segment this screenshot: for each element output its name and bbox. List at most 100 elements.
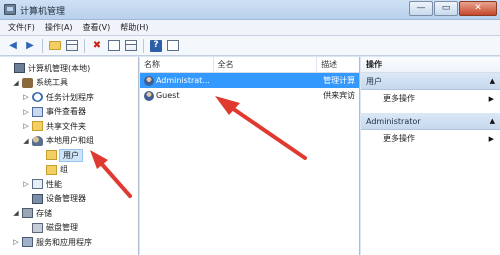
expand-arrow-icon[interactable]: ▷ [12, 238, 20, 246]
tree-item-label: 共享文件夹 [46, 121, 86, 131]
tree-item-storage[interactable]: ◢ 存储 [0, 206, 138, 221]
tree-item-label: 服务和应用程序 [36, 237, 92, 247]
more-actions-administrator[interactable]: 更多操作 ▶ [361, 130, 500, 147]
menu-help[interactable]: 帮助(H) [120, 22, 148, 33]
tree-item-label: 用户 [59, 148, 83, 162]
tree-item-label: 磁盘管理 [46, 223, 78, 233]
list-item[interactable]: Guest 供来宾访 [140, 88, 359, 103]
collapse-arrow-icon[interactable]: ◢ [12, 79, 20, 87]
tree-item-users[interactable]: 用户 [0, 148, 138, 163]
tree-item-label: 性能 [46, 179, 62, 189]
expand-arrow-icon[interactable]: ▷ [22, 122, 30, 130]
toolbar: ◀ ▶ ✖ ? [0, 36, 500, 56]
up-folder-icon[interactable] [48, 39, 62, 53]
menu-action[interactable]: 操作(A) [45, 22, 73, 33]
user-list: 名称 全名 描述 Administrat... 管理计算 Guest 供来宾访 [140, 56, 360, 255]
user-description: 管理计算 [323, 76, 356, 85]
title-bar: 计算机管理 — ▭ ✕ [0, 0, 500, 20]
delete-icon[interactable]: ✖ [90, 39, 104, 53]
performance-icon [32, 179, 43, 190]
minimize-button[interactable]: — [409, 1, 433, 16]
actions-group-title: 用户 [366, 76, 382, 86]
collapse-arrow-icon[interactable]: ▲ [490, 77, 495, 85]
maximize-button[interactable]: ▭ [434, 1, 458, 16]
column-header-name[interactable]: 名称 [140, 56, 214, 73]
action-label: 更多操作 [383, 94, 415, 103]
clock-icon [32, 92, 43, 103]
collapse-arrow-icon[interactable]: ◢ [22, 137, 30, 145]
tree-item-task-scheduler[interactable]: ▷ 任务计划程序 [0, 90, 138, 105]
computer-icon [14, 63, 25, 74]
folder-icon [46, 150, 57, 161]
console-tree: 计算机管理(本地) ◢ 系统工具 ▷ 任务计划程序 ▷ 事件查看器 ▷ 共享文件… [0, 57, 139, 255]
device-manager-icon [32, 193, 43, 204]
tree-item-label: 本地用户和组 [46, 136, 94, 146]
actions-group-administrator[interactable]: Administrator ▲ [361, 113, 500, 130]
menu-bar: 文件(F) 操作(A) 查看(V) 帮助(H) [0, 20, 500, 36]
action-label: 更多操作 [383, 134, 415, 143]
tree-item-label: 计算机管理(本地) [28, 63, 91, 73]
tree-item-label: 设备管理器 [46, 194, 86, 204]
disk-icon [32, 222, 43, 233]
toolbar-separator [143, 38, 144, 53]
toolbar-separator [84, 38, 85, 53]
user-icon [144, 75, 154, 86]
forward-icon[interactable]: ▶ [23, 39, 37, 53]
actions-group-title: Administrator [366, 116, 421, 126]
tree-item-performance[interactable]: ▷ 性能 [0, 177, 138, 192]
window-controls: — ▭ ✕ [409, 1, 497, 16]
storage-icon [22, 208, 33, 219]
expand-arrow-icon[interactable]: ▷ [22, 93, 30, 101]
tree-item-shared-folders[interactable]: ▷ 共享文件夹 [0, 119, 138, 134]
help-icon[interactable]: ? [149, 39, 163, 53]
actions-group-users[interactable]: 用户 ▲ [361, 73, 500, 90]
tree-item-label: 任务计划程序 [46, 92, 94, 102]
back-icon[interactable]: ◀ [6, 39, 20, 53]
user-description: 供来宾访 [323, 91, 356, 100]
tree-item-disk-management[interactable]: 磁盘管理 [0, 221, 138, 236]
menu-view[interactable]: 查看(V) [83, 22, 111, 33]
export-icon[interactable] [124, 39, 138, 53]
tree-item-services-applications[interactable]: ▷ 服务和应用程序 [0, 235, 138, 250]
show-hide-tree-icon[interactable] [65, 39, 79, 53]
expand-arrow-icon[interactable]: ▷ [22, 108, 30, 116]
expand-arrow-icon[interactable]: ▷ [22, 180, 30, 188]
list-item[interactable]: Administrat... 管理计算 [140, 73, 359, 88]
tree-item-groups[interactable]: 组 [0, 163, 138, 178]
menu-file[interactable]: 文件(F) [8, 22, 35, 33]
shared-folder-icon [32, 121, 43, 132]
view-icon[interactable] [166, 39, 180, 53]
services-icon [22, 237, 33, 248]
actions-pane: 操作 用户 ▲ 更多操作 ▶ Administrator ▲ 更多操作 ▶ [361, 57, 500, 255]
submenu-arrow-icon: ▶ [488, 134, 494, 143]
actions-header: 操作 [361, 57, 500, 73]
tools-icon [22, 77, 33, 88]
tree-item-event-viewer[interactable]: ▷ 事件查看器 [0, 105, 138, 120]
tree-item-label: 存储 [36, 208, 52, 218]
tree-item-local-users-groups[interactable]: ◢ 本地用户和组 [0, 134, 138, 149]
properties-icon[interactable] [107, 39, 121, 53]
more-actions-users[interactable]: 更多操作 ▶ [361, 90, 500, 107]
collapse-arrow-icon[interactable]: ◢ [12, 209, 20, 217]
toolbar-separator [42, 38, 43, 53]
user-name: Guest [155, 91, 180, 100]
users-groups-icon [32, 135, 43, 146]
tree-item-computer-management[interactable]: 计算机管理(本地) [0, 61, 138, 76]
tree-item-device-manager[interactable]: 设备管理器 [0, 192, 138, 207]
tree-item-label: 组 [60, 165, 68, 175]
computer-management-icon [4, 4, 16, 15]
tree-item-label: 系统工具 [36, 78, 68, 88]
tree-item-label: 事件查看器 [46, 107, 86, 117]
user-icon [144, 90, 154, 101]
submenu-arrow-icon: ▶ [488, 94, 494, 103]
close-button[interactable]: ✕ [459, 1, 497, 16]
list-header: 名称 全名 描述 [140, 56, 359, 73]
column-header-fullname[interactable]: 全名 [214, 56, 318, 73]
window-title: 计算机管理 [20, 7, 66, 17]
collapse-arrow-icon[interactable]: ▲ [490, 117, 495, 125]
folder-icon [46, 164, 57, 175]
column-header-description[interactable]: 描述 [317, 57, 359, 73]
event-viewer-icon [32, 106, 43, 117]
user-name: Administrat... [155, 76, 210, 85]
tree-item-system-tools[interactable]: ◢ 系统工具 [0, 76, 138, 91]
